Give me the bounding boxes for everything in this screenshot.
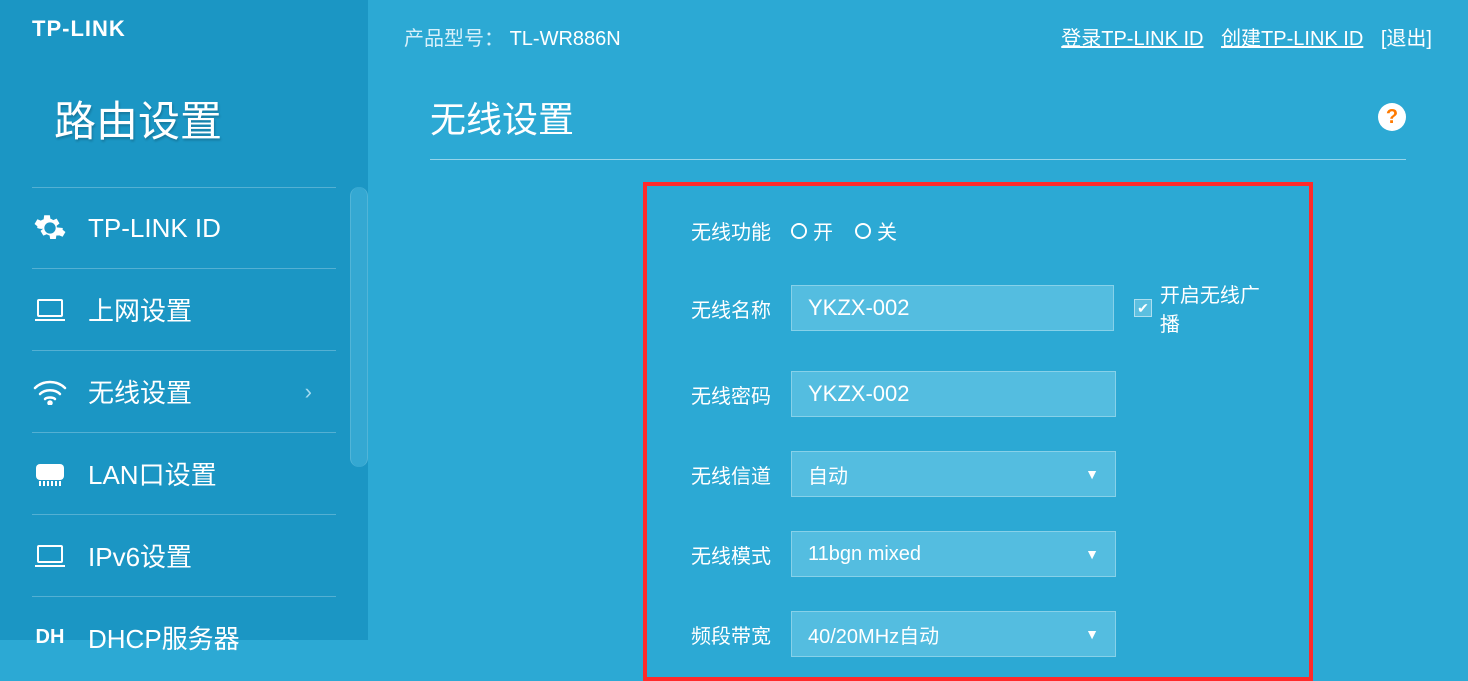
broadcast-label: 开启无线广播 [1160,279,1279,337]
sidebar-scrollbar[interactable] [350,187,368,467]
topbar: 产品型号： TL-WR886N 登录TP-LINK ID 创建TP-LINK I… [368,0,1468,73]
mode-label: 无线模式 [677,540,771,569]
tplink-logo-icon: TP-LINK [32,18,166,40]
bandwidth-value: 40/20MHz自动 [808,620,939,649]
sidebar-item-ipv6[interactable]: IPv6设置 [32,515,336,597]
row-mode: 无线模式 11bgn mixed ▼ [677,531,1279,577]
radio-on-label: 开 [813,216,833,245]
row-channel: 无线信道 自动 ▼ [677,451,1279,497]
row-bandwidth: 频段带宽 40/20MHz自动 ▼ [677,611,1279,657]
bandwidth-select[interactable]: 40/20MHz自动 ▼ [791,611,1116,657]
sidebar-item-internet[interactable]: 上网设置 [32,269,336,351]
sidebar-item-label: TP-LINK ID [88,213,221,244]
sidebar-item-tplink-id[interactable]: TP-LINK ID [32,187,336,269]
ssid-input[interactable] [791,285,1114,331]
logo: TP-LINK [0,0,368,40]
sidebar-item-dhcp[interactable]: DH DHCP服务器 [32,597,336,662]
content: 无线设置 ? 无线功能 开 关 无线名称 [368,73,1468,681]
sidebar-item-label: 无线设置 [88,373,192,410]
row-ssid: 无线名称 ✔ 开启无线广播 [677,279,1279,337]
laptop-icon [32,538,68,574]
topbar-links: 登录TP-LINK ID 创建TP-LINK ID [退出] [1049,22,1432,51]
radio-off-label: 关 [877,216,897,245]
help-button[interactable]: ? [1378,103,1406,131]
page-title: 路由设置 [0,40,368,181]
radio-on-icon [791,223,807,239]
chevron-down-icon: ▼ [1085,546,1099,562]
sidebar-nav: TP-LINK ID 上网设置 无线设置 › LAN口设置 [0,187,368,662]
sidebar-item-label: 上网设置 [88,291,192,328]
section-header: 无线设置 ? [430,91,1406,160]
product-model: TL-WR886N [510,28,621,50]
check-icon: ✔ [1134,299,1152,317]
channel-select[interactable]: 自动 ▼ [791,451,1116,497]
chevron-right-icon: › [305,379,312,405]
chevron-down-icon: ▼ [1085,466,1099,482]
radio-off[interactable]: 关 [855,216,897,245]
section-title: 无线设置 [430,91,574,143]
row-password: 无线密码 [677,371,1279,417]
wireless-func-label: 无线功能 [677,216,771,245]
password-label: 无线密码 [677,380,771,409]
password-input[interactable] [791,371,1116,417]
sidebar-item-label: DHCP服务器 [88,619,240,656]
row-wireless-function: 无线功能 开 关 [677,216,1279,245]
wifi-icon [32,374,68,410]
ssid-label: 无线名称 [677,294,771,323]
sidebar-item-lan[interactable]: LAN口设置 [32,433,336,515]
lan-icon [32,456,68,492]
dh-icon: DH [32,620,68,656]
channel-value: 自动 [808,460,848,489]
channel-label: 无线信道 [677,460,771,489]
sidebar: TP-LINK 路由设置 TP-LINK ID 上网设置 [0,0,368,640]
gear-icon [32,210,68,246]
sidebar-item-wireless[interactable]: 无线设置 › [32,351,336,433]
logout-link[interactable]: [退出] [1381,28,1432,50]
product-label: 产品型号： [404,28,504,50]
create-link[interactable]: 创建TP-LINK ID [1221,28,1363,50]
radio-on[interactable]: 开 [791,216,833,245]
login-link[interactable]: 登录TP-LINK ID [1061,28,1203,50]
mode-value: 11bgn mixed [808,543,921,566]
broadcast-checkbox[interactable]: ✔ 开启无线广播 [1134,279,1279,337]
laptop-icon [32,292,68,328]
sidebar-item-label: LAN口设置 [88,455,217,492]
product-info: 产品型号： TL-WR886N [404,22,621,51]
wireless-func-radio-group: 开 关 [791,216,897,245]
mode-select[interactable]: 11bgn mixed ▼ [791,531,1116,577]
main-panel: 产品型号： TL-WR886N 登录TP-LINK ID 创建TP-LINK I… [368,0,1468,640]
radio-off-icon [855,223,871,239]
sidebar-item-label: IPv6设置 [88,537,192,574]
svg-text:TP-LINK: TP-LINK [32,18,126,40]
wireless-settings-box: 无线功能 开 关 无线名称 ✔ 开启无线广播 [643,182,1313,681]
bandwidth-label: 频段带宽 [677,620,771,649]
